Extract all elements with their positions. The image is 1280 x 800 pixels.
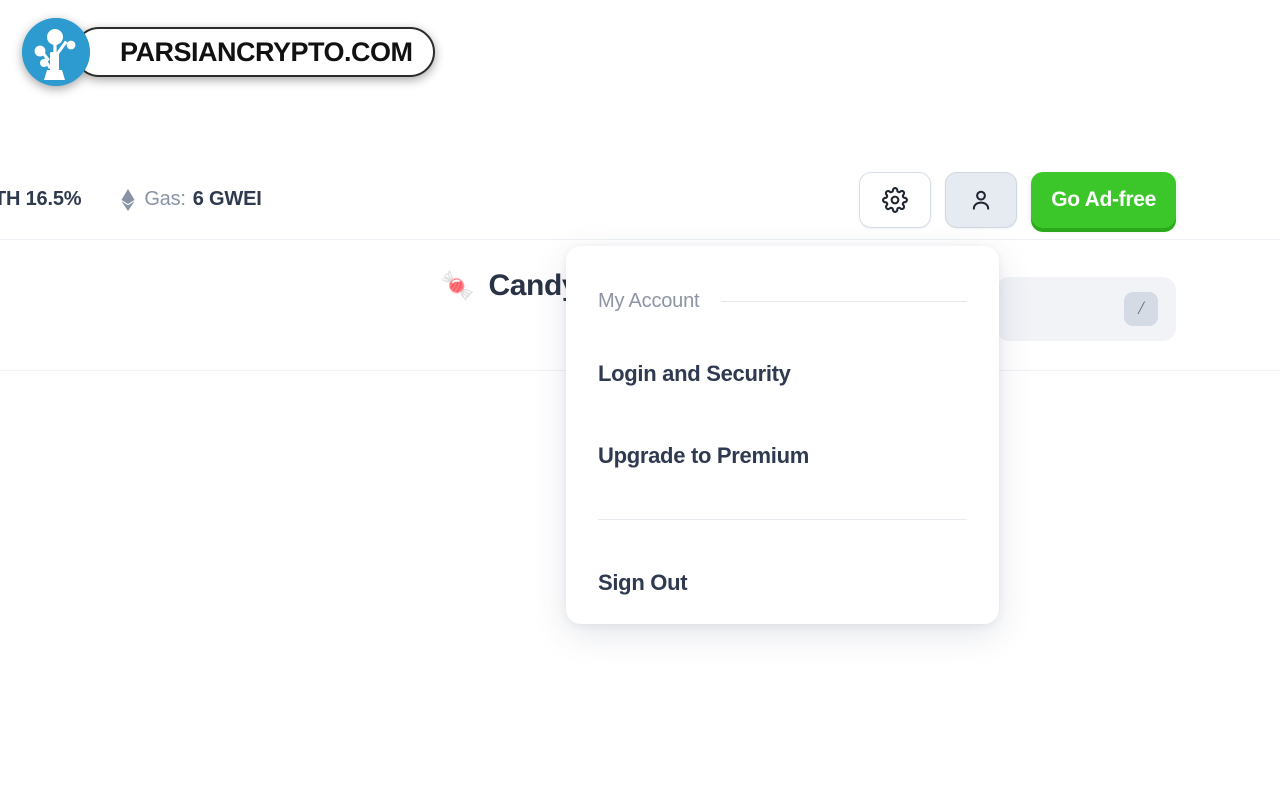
account-dropdown-menu: My Account Login and Security Upgrade to… (566, 246, 999, 624)
go-ad-free-button[interactable]: Go Ad-free (1031, 172, 1176, 228)
menu-item-upgrade-to-premium[interactable]: Upgrade to Premium (598, 443, 967, 469)
ethereum-diamond-icon (121, 188, 135, 211)
gear-icon (882, 187, 909, 213)
page-title: 🍬 Candy (440, 269, 579, 303)
top-actions-group: Go Ad-free (859, 160, 1176, 240)
menu-divider (598, 519, 967, 520)
gas-value: 6 GWEI (192, 188, 262, 210)
account-button[interactable] (945, 172, 1018, 228)
watermark-badge (22, 18, 90, 86)
header-divider (721, 301, 967, 302)
tree-network-logo-icon (22, 18, 90, 86)
gas-price-stat: Gas: 6 GWEI (121, 188, 262, 211)
search-shortcut-key: / (1124, 292, 1158, 326)
gas-label: Gas: (144, 188, 186, 210)
person-icon (973, 190, 990, 210)
below-fold-clipped-content (0, 648, 1280, 662)
top-stats-bar: TH 16.5% Gas: 6 GWEI Go Ad-free (0, 160, 1280, 240)
candy-jar-icon: 🍬 (440, 270, 475, 301)
settings-button[interactable] (859, 172, 932, 228)
menu-item-login-and-security[interactable]: Login and Security (598, 361, 967, 387)
account-dropdown-header: My Account (598, 290, 967, 313)
menu-item-sign-out[interactable]: Sign Out (598, 570, 967, 596)
watermark-text: PARSIANCRYPTO.COM (120, 36, 413, 67)
eth-dominance-stat: TH 16.5% (0, 188, 82, 210)
page-title-text: Candy (488, 269, 579, 302)
search-box[interactable]: / (996, 277, 1176, 341)
market-stats-group: TH 16.5% Gas: 6 GWEI (0, 188, 262, 211)
watermark-pill: PARSIANCRYPTO.COM (74, 27, 435, 77)
account-dropdown-header-label: My Account (598, 290, 700, 312)
